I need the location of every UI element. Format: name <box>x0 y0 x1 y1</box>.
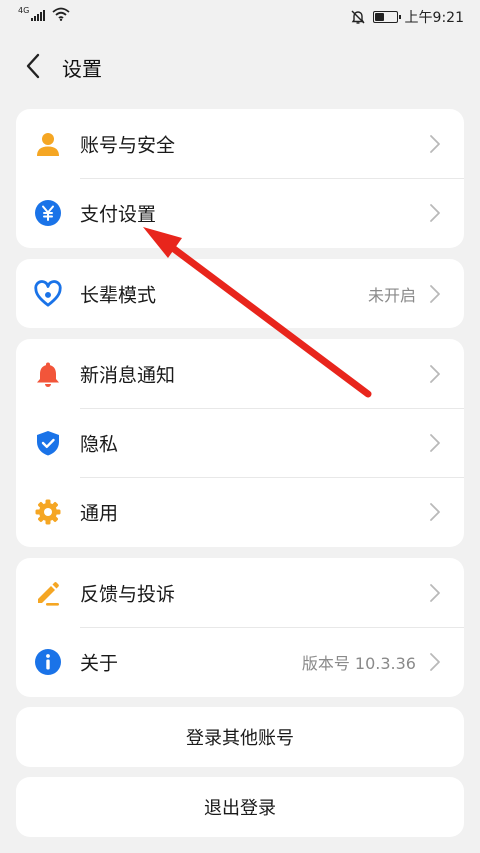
menu-item-label: 支付设置 <box>80 203 157 225</box>
signal-icon <box>31 8 46 21</box>
menu-item-privacy[interactable]: 隐私 <box>16 408 464 477</box>
logout-button[interactable]: 退出登录 <box>16 777 464 837</box>
chevron-right-icon <box>430 364 440 383</box>
menu-item-feedback[interactable]: 反馈与投诉 <box>16 558 464 627</box>
chevron-right-icon <box>430 203 440 222</box>
menu-item-elder-mode[interactable]: 长辈模式 未开启 <box>16 259 464 328</box>
network-type: 4G <box>18 6 30 15</box>
about-section: 反馈与投诉 关于 版本号 10.3.36 <box>16 558 464 697</box>
menu-item-account-security[interactable]: 账号与安全 <box>16 109 464 178</box>
logout-label: 退出登录 <box>204 798 276 819</box>
info-icon <box>34 648 62 676</box>
gear-icon <box>34 498 62 526</box>
back-button[interactable] <box>18 50 48 82</box>
header: 设置 <box>0 44 480 88</box>
menu-item-payment-settings[interactable]: 支付设置 <box>16 178 464 247</box>
menu-item-label: 长辈模式 <box>80 284 157 306</box>
status-bar: 4G 上午9:21 <box>0 0 480 34</box>
chevron-right-icon <box>430 284 440 303</box>
clock: 上午9:21 <box>404 10 464 26</box>
person-icon <box>34 130 62 158</box>
chevron-right-icon <box>430 652 440 671</box>
account-section: 账号与安全 支付设置 <box>16 109 464 248</box>
general-section: 新消息通知 隐私 通用 <box>16 339 464 547</box>
menu-item-notifications[interactable]: 新消息通知 <box>16 339 464 408</box>
chevron-right-icon <box>430 433 440 452</box>
mute-bell-icon <box>351 10 365 24</box>
menu-item-label: 新消息通知 <box>80 364 176 386</box>
wifi-icon <box>52 7 70 21</box>
menu-item-label: 反馈与投诉 <box>80 583 176 605</box>
elder-mode-status: 未开启 <box>367 285 416 305</box>
chevron-right-icon <box>430 134 440 153</box>
elder-mode-section: 长辈模式 未开启 <box>16 259 464 328</box>
yuan-icon <box>34 199 62 227</box>
heart-icon <box>34 279 62 308</box>
menu-item-about[interactable]: 关于 版本号 10.3.36 <box>16 627 464 696</box>
bell-icon <box>34 360 62 388</box>
shield-icon <box>34 429 62 457</box>
chevron-right-icon <box>430 583 440 602</box>
battery-icon <box>372 11 401 23</box>
menu-item-label: 关于 <box>80 652 119 674</box>
chevron-right-icon <box>430 502 440 521</box>
menu-item-general[interactable]: 通用 <box>16 477 464 546</box>
menu-item-label: 隐私 <box>80 433 119 455</box>
switch-account-label: 登录其他账号 <box>186 728 294 749</box>
chevron-left-icon <box>26 53 40 79</box>
pencil-icon <box>34 579 62 607</box>
version-number: 版本号 10.3.36 <box>301 653 416 673</box>
switch-account-button[interactable]: 登录其他账号 <box>16 707 464 767</box>
menu-item-label: 通用 <box>80 502 119 524</box>
menu-item-label: 账号与安全 <box>80 134 176 156</box>
page-title: 设置 <box>62 57 102 81</box>
